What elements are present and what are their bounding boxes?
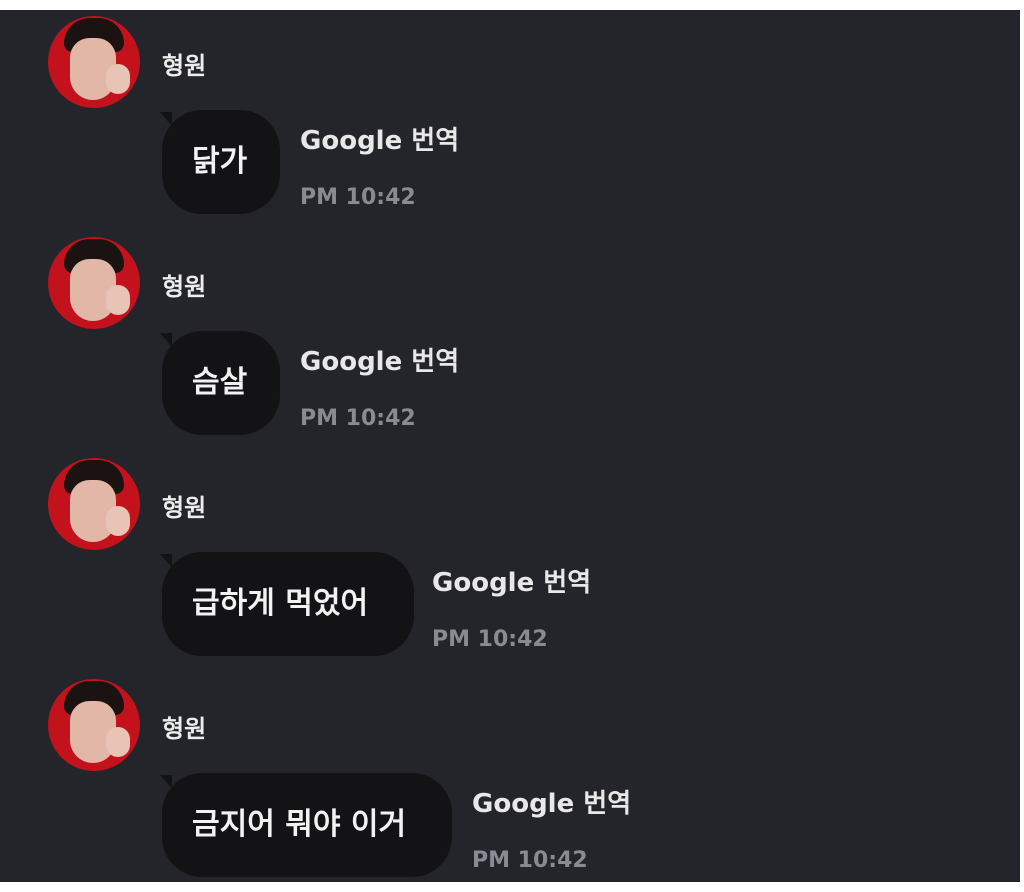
message-bubble[interactable]: 슴살: [160, 331, 280, 435]
google-translate-link[interactable]: Google 번역: [472, 783, 631, 820]
message-row: 형원 급하게 먹었어 Google 번역 PM 10:42: [0, 452, 1020, 672]
avatar-hand: [106, 285, 130, 315]
avatar[interactable]: [48, 237, 140, 329]
chat-window: 형원 닭가 Google 번역 PM 10:42 형원 슴살 Google 번역…: [0, 10, 1020, 882]
avatar-hand: [106, 64, 130, 94]
google-translate-link[interactable]: Google 번역: [300, 341, 459, 378]
message-timestamp: PM 10:42: [472, 848, 588, 873]
message-bubble[interactable]: 급하게 먹었어: [160, 552, 414, 656]
avatar[interactable]: [48, 16, 140, 108]
avatar-hand: [106, 727, 130, 757]
sender-name: 형원: [162, 273, 207, 301]
message-row: 형원 슴살 Google 번역 PM 10:42: [0, 231, 1020, 451]
message-row: 형원 닭가 Google 번역 PM 10:42: [0, 10, 1020, 230]
sender-name: 형원: [162, 715, 207, 743]
message-bubble[interactable]: 금지어 뭐야 이거: [160, 773, 452, 877]
message-bubble[interactable]: 닭가: [160, 110, 280, 214]
sender-name: 형원: [162, 494, 207, 522]
google-translate-link[interactable]: Google 번역: [432, 562, 591, 599]
avatar-hand: [106, 506, 130, 536]
message-timestamp: PM 10:42: [300, 185, 416, 210]
message-row: 형원 금지어 뭐야 이거 Google 번역 PM 10:42: [0, 673, 1020, 882]
sender-name: 형원: [162, 52, 207, 80]
avatar[interactable]: [48, 679, 140, 771]
message-timestamp: PM 10:42: [300, 406, 416, 431]
google-translate-link[interactable]: Google 번역: [300, 120, 459, 157]
message-timestamp: PM 10:42: [432, 627, 548, 652]
avatar[interactable]: [48, 458, 140, 550]
